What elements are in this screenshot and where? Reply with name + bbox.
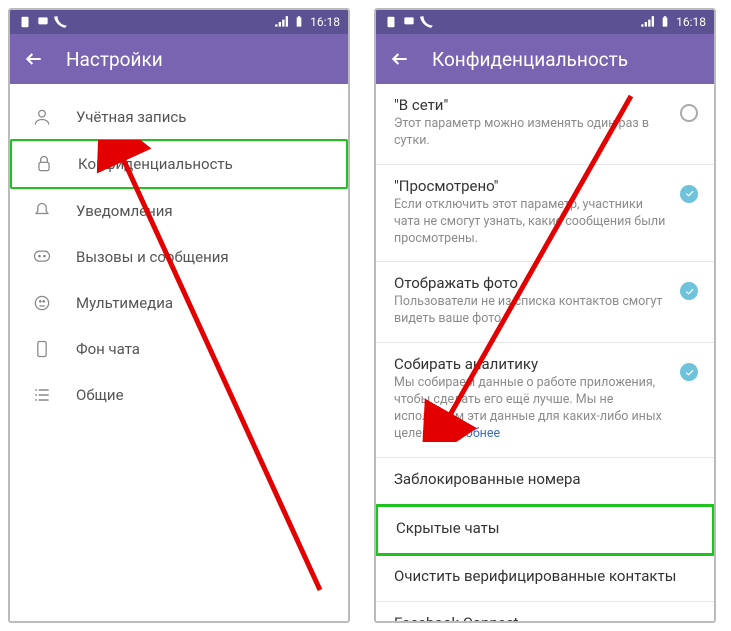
page-title: Конфиденциальность — [432, 48, 628, 71]
signal-icon — [640, 15, 654, 29]
setting-row[interactable]: Очистить верифицированные контакты — [376, 555, 714, 602]
settings-menu: Учётная запись Конфиденциальность Уведом… — [10, 84, 348, 621]
appbar: Настройки — [10, 34, 348, 84]
phone-icon — [420, 15, 434, 29]
list-icon — [32, 385, 52, 405]
bell-icon — [32, 201, 52, 221]
setting-title: Скрытые чаты — [396, 519, 696, 537]
menu-item-label: Мультимедиа — [76, 294, 173, 312]
menu-item-lock[interactable]: Конфиденциальность — [10, 139, 348, 189]
sim-icon — [18, 15, 32, 29]
more-link[interactable]: Подробнее — [436, 426, 501, 441]
statusbar: 16:18 — [10, 10, 348, 34]
setting-row[interactable]: Собирать аналитику Мы собираем данные о р… — [376, 343, 714, 458]
back-icon[interactable] — [24, 49, 44, 69]
menu-item-list[interactable]: Общие — [10, 372, 348, 418]
battery-icon — [658, 15, 672, 29]
setting-row[interactable]: "В сети" Этот параметр можно изменять оди… — [376, 84, 714, 165]
radio-control[interactable] — [680, 104, 698, 122]
person-icon — [32, 107, 52, 127]
lock-icon — [34, 154, 54, 174]
appbar: Конфиденциальность — [376, 34, 714, 84]
setting-row[interactable]: Заблокированные номера — [376, 458, 714, 505]
check-control[interactable] — [680, 363, 698, 381]
battery-icon — [292, 15, 306, 29]
setting-desc: Если отключить этот параметр, участники … — [394, 197, 670, 248]
check-control[interactable] — [680, 282, 698, 300]
setting-row[interactable]: Facebook ConnectНажмите для подключения … — [376, 602, 714, 621]
menu-item-label: Общие — [76, 386, 124, 404]
statusbar: 16:18 — [376, 10, 714, 34]
status-time: 16:18 — [310, 15, 340, 29]
setting-desc: Мы собираем данные о работе приложения, … — [394, 375, 670, 443]
chat-icon — [32, 247, 52, 267]
setting-title: Собирать аналитику — [394, 355, 670, 373]
setting-row[interactable]: "Просмотрено" Если отключить этот парамет… — [376, 165, 714, 263]
signal-icon — [274, 15, 288, 29]
menu-item-label: Учётная запись — [76, 108, 186, 126]
cast-icon — [402, 15, 416, 29]
menu-item-label: Фон чата — [76, 340, 140, 358]
menu-item-phone-bg[interactable]: Фон чата — [10, 326, 348, 372]
setting-title: Очистить верифицированные контакты — [394, 567, 698, 585]
back-icon[interactable] — [390, 49, 410, 69]
sim-icon — [384, 15, 398, 29]
phone-bg-icon — [32, 339, 52, 359]
setting-title: Заблокированные номера — [394, 470, 698, 488]
status-time: 16:18 — [676, 15, 706, 29]
phone-icon — [54, 15, 68, 29]
setting-title: Facebook Connect — [394, 614, 698, 621]
menu-item-label: Уведомления — [76, 202, 173, 220]
page-title: Настройки — [66, 48, 163, 71]
menu-item-chat[interactable]: Вызовы и сообщения — [10, 234, 348, 280]
privacy-settings: "В сети" Этот параметр можно изменять оди… — [376, 84, 714, 621]
setting-row[interactable]: Скрытые чаты — [376, 504, 714, 556]
setting-title: "Просмотрено" — [394, 177, 670, 195]
menu-item-image[interactable]: Мультимедиа — [10, 280, 348, 326]
menu-item-label: Конфиденциальность — [78, 155, 233, 173]
menu-item-bell[interactable]: Уведомления — [10, 188, 348, 234]
setting-row[interactable]: Отображать фото Пользователи не из списка… — [376, 262, 714, 343]
setting-title: "В сети" — [394, 96, 670, 114]
menu-item-label: Вызовы и сообщения — [76, 248, 229, 266]
cast-icon — [36, 15, 50, 29]
menu-item-person[interactable]: Учётная запись — [10, 94, 348, 140]
image-icon — [32, 293, 52, 313]
phone-right: 16:18 Конфиденциальность "В сети" Этот па… — [374, 8, 716, 623]
phone-left: 16:18 Настройки Учётная запись Конфиденц… — [8, 8, 350, 623]
check-control[interactable] — [680, 185, 698, 203]
setting-desc: Этот параметр можно изменять один раз в … — [394, 116, 670, 150]
setting-desc: Пользователи не из списка контактов смог… — [394, 294, 670, 328]
setting-title: Отображать фото — [394, 274, 670, 292]
